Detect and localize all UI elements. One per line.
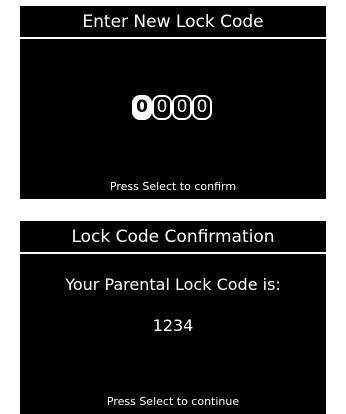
lock-code-input[interactable]: 0 0 0 0: [20, 94, 326, 121]
code-digit-1[interactable]: 0: [132, 95, 152, 120]
screen-title: Enter New Lock Code: [82, 11, 264, 32]
code-digit-2[interactable]: 0: [152, 95, 172, 120]
screen-title: Lock Code Confirmation: [71, 226, 275, 247]
confirm-hint: Press Select to confirm: [109, 180, 237, 193]
enter-lock-code-screen: Enter New Lock Code 0 0 0 0 Press Select…: [20, 6, 326, 199]
continue-hint: Press Select to continue: [106, 395, 240, 408]
lock-code-confirmation-screen: Lock Code Confirmation Your Parental Loc…: [20, 221, 326, 414]
code-digit-3[interactable]: 0: [172, 95, 192, 120]
title-divider: [20, 37, 326, 39]
code-digit-4[interactable]: 0: [192, 95, 212, 120]
confirmation-message: Your Parental Lock Code is:: [65, 275, 281, 294]
lock-code-value: 1234: [152, 316, 194, 335]
title-divider: [20, 252, 326, 254]
